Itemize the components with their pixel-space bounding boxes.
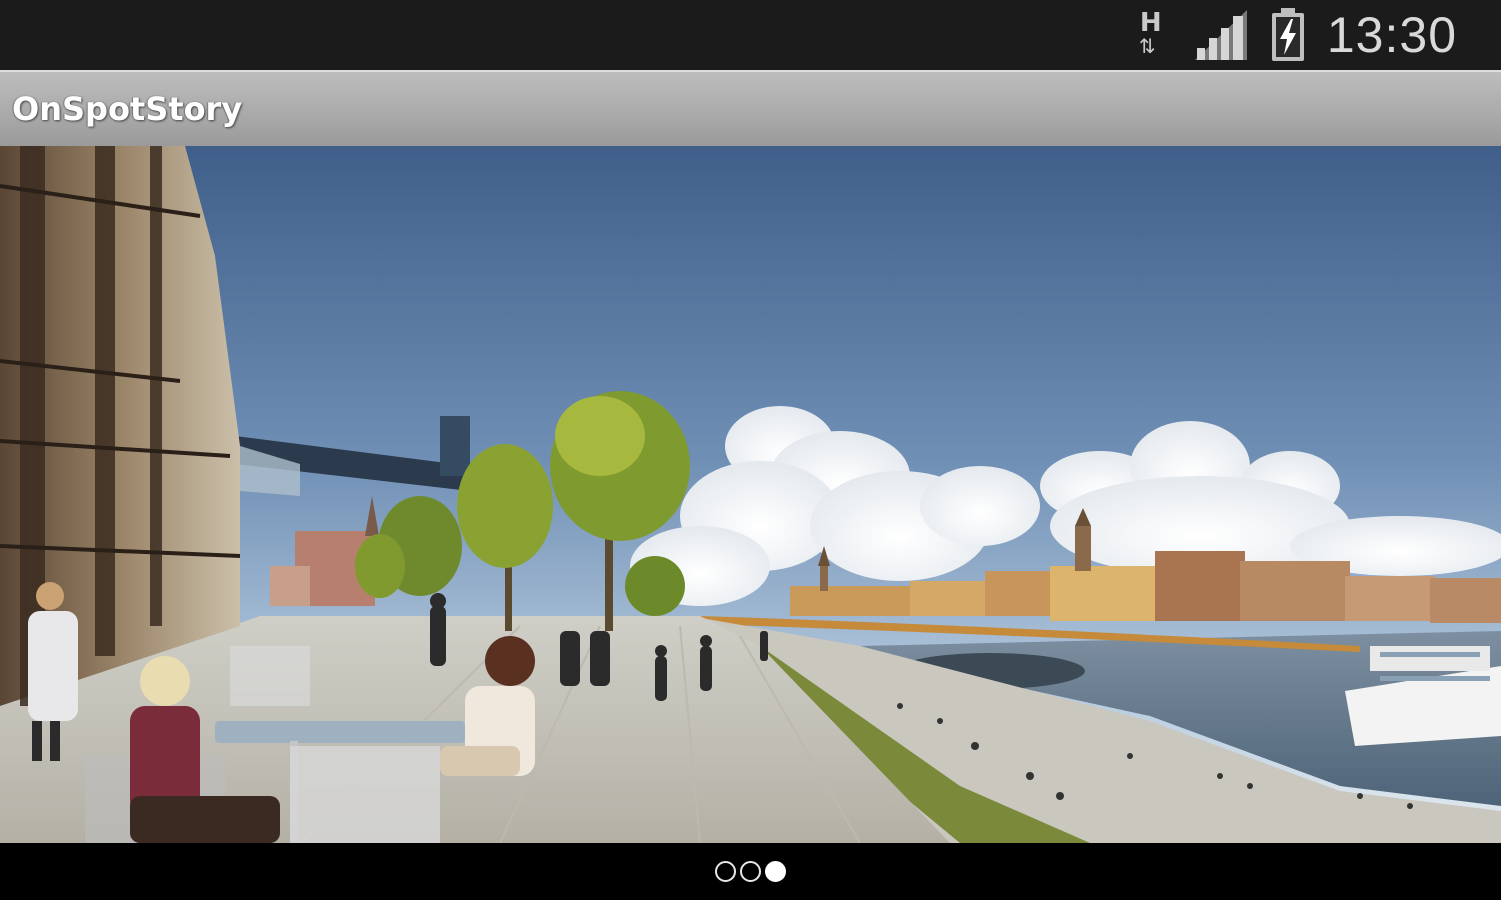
battery-charging-icon [1271, 8, 1305, 62]
status-bar: H ⇅ 13:30 [0, 0, 1501, 70]
network-type-letter: H [1139, 8, 1162, 38]
page-dot-3-active[interactable] [765, 861, 786, 882]
page-indicator [0, 843, 1501, 900]
status-clock: 13:30 [1326, 7, 1457, 63]
action-bar: OnSpotStory [0, 70, 1501, 146]
app-title: OnSpotStory [12, 90, 243, 128]
data-activity-icon: ⇅ [1138, 34, 1156, 58]
signal-strength-icon [1193, 8, 1249, 62]
phone-screen: H ⇅ 13:30 OnSpotStory [0, 0, 1501, 900]
network-type-icon: H ⇅ [1137, 9, 1171, 61]
waterfront-city-rendering-image[interactable] [0, 146, 1501, 843]
page-dot-2[interactable] [740, 861, 761, 882]
page-dot-1[interactable] [715, 861, 736, 882]
